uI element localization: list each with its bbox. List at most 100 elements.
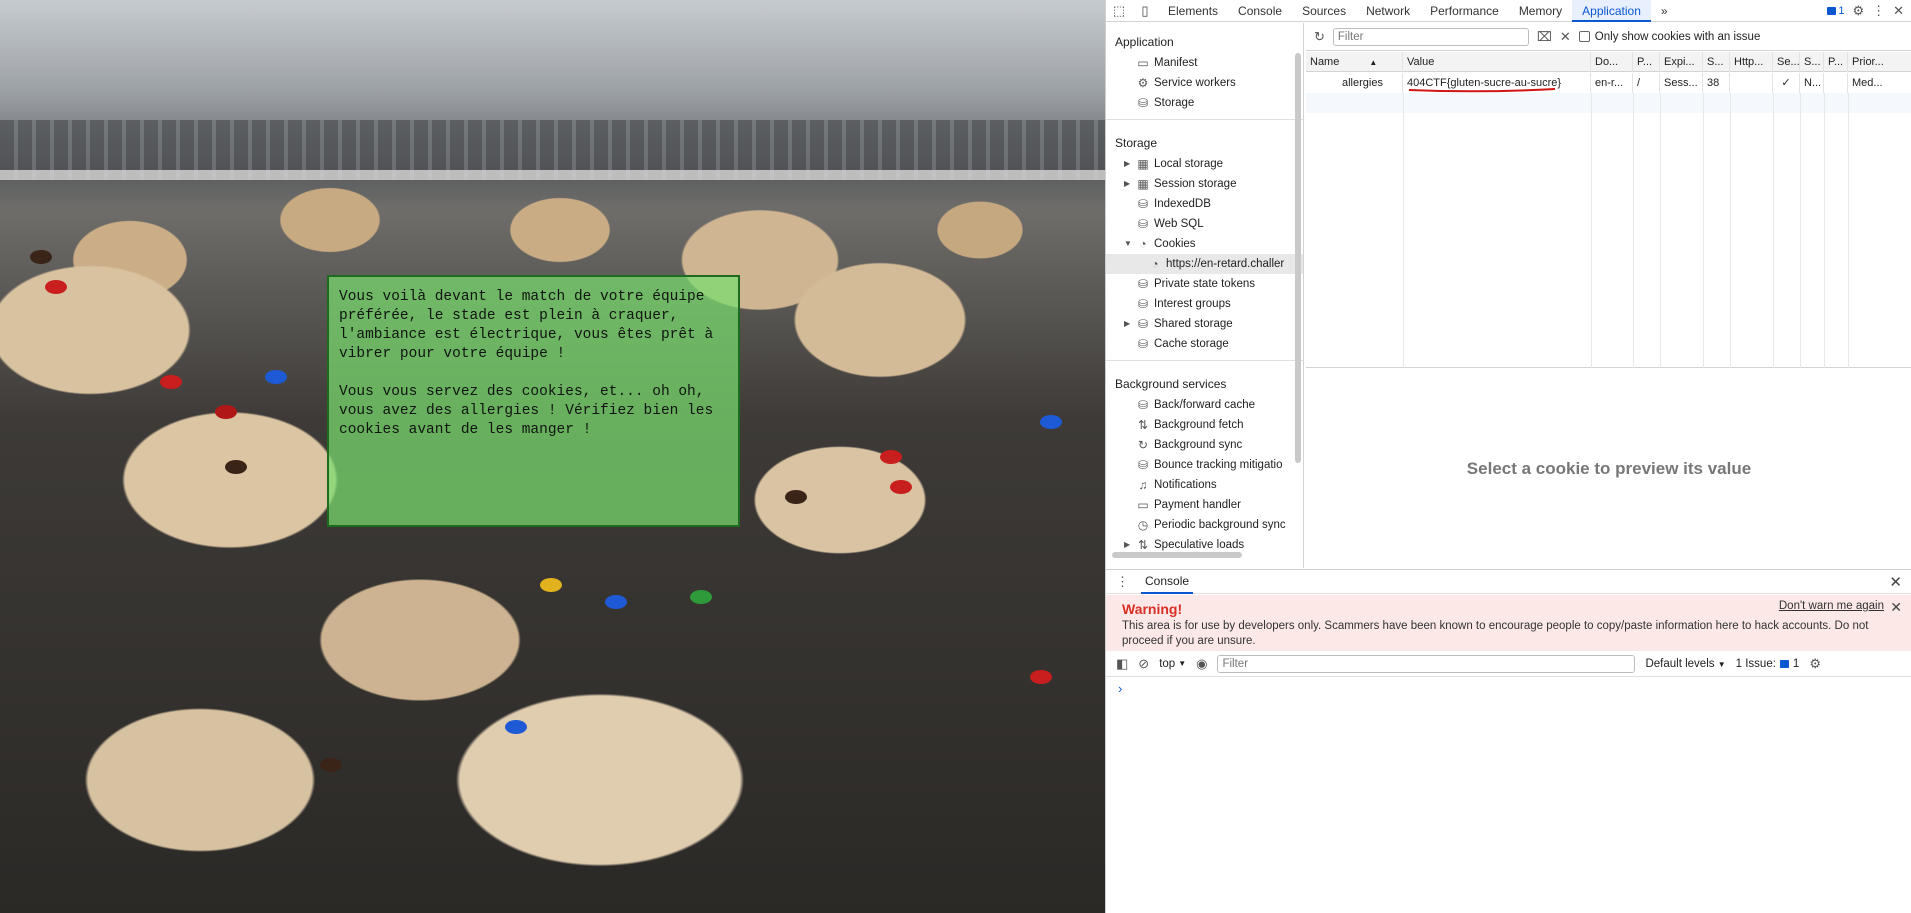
column-header-priority[interactable]: Prior... [1848, 52, 1911, 72]
context-selector[interactable]: top ▼ [1159, 658, 1186, 670]
cookie-table: Name ▲ Value Do... P... Expi... S... Http… [1306, 52, 1911, 368]
tab-console[interactable]: Console [1228, 0, 1292, 22]
refresh-icon[interactable]: ↻ [1314, 29, 1325, 45]
only-issues-checkbox[interactable]: Only show cookies with an issue [1578, 30, 1761, 43]
sidebar-item-local-storage[interactable]: ▶ ▦ Local storage [1106, 154, 1303, 174]
sidebar-item-background-sync[interactable]: ↻ Background sync [1106, 435, 1303, 455]
sidebar-item-web-sql[interactable]: ⛁ Web SQL [1106, 214, 1303, 234]
device-toolbar-icon[interactable]: ▯ [1132, 0, 1158, 22]
checkbox-box[interactable] [1578, 31, 1590, 42]
dont-warn-again-link[interactable]: Don't warn me again [1779, 600, 1884, 612]
candy-decoration [30, 250, 52, 264]
column-header-label: Name [1310, 56, 1340, 68]
sidebar-item-service-workers[interactable]: ⚙ Service workers [1106, 73, 1303, 93]
sidebar-item-manifest[interactable]: ▭ Manifest [1106, 53, 1303, 73]
story-paragraph-2: Vous vous servez des cookies, et... oh o… [339, 384, 714, 438]
sidebar-item-label: Notifications [1154, 479, 1217, 491]
expand-arrow-icon[interactable]: ▶ [1124, 314, 1130, 334]
inspect-element-icon[interactable]: ⬚ [1106, 0, 1132, 22]
candy-decoration [225, 460, 247, 474]
sidebar-item-label: Private state tokens [1154, 278, 1255, 290]
sidebar-toggle-icon[interactable]: ◧ [1116, 656, 1128, 672]
sidebar-item-private-state-tokens[interactable]: ⛁ Private state tokens [1106, 274, 1303, 294]
column-header-value[interactable]: Value [1403, 52, 1591, 72]
column-header-path[interactable]: P... [1633, 52, 1660, 72]
column-header-expires[interactable]: Expi... [1660, 52, 1703, 72]
eye-icon[interactable]: ◉ [1196, 656, 1207, 672]
expand-arrow-icon[interactable]: ▶ [1124, 154, 1130, 174]
column-header-size[interactable]: S... [1703, 52, 1730, 72]
sidebar-item-periodic-sync[interactable]: ◷ Periodic background sync [1106, 515, 1303, 535]
console-issues-button[interactable]: 1 Issue: 1 [1736, 658, 1800, 670]
drawer-tabbar: ⋮ Console [1106, 570, 1911, 594]
column-header-partition[interactable]: P... [1824, 52, 1848, 72]
close-drawer-icon[interactable]: ✕ [1889, 573, 1902, 591]
sidebar-item-label: Cookies [1154, 238, 1196, 250]
column-divider [1660, 93, 1661, 368]
settings-gear-icon[interactable]: ⚙ [1852, 3, 1864, 19]
drawer-menu-icon[interactable]: ⋮ [1116, 574, 1129, 590]
candy-decoration [785, 490, 807, 504]
sidebar-item-indexeddb[interactable]: ⛁ IndexedDB [1106, 194, 1303, 214]
tab-performance[interactable]: Performance [1420, 0, 1509, 22]
collapse-arrow-icon[interactable]: ▼ [1124, 234, 1132, 254]
column-header-name[interactable]: Name ▲ [1306, 52, 1403, 72]
sidebar-item-shared-storage[interactable]: ▶ ⛁ Shared storage [1106, 314, 1303, 334]
cookie-secure-cell: ✓ [1773, 73, 1800, 93]
column-header-samesite[interactable]: S... [1800, 52, 1824, 72]
tab-elements[interactable]: Elements [1158, 0, 1228, 22]
log-levels-dropdown[interactable]: Default levels ▼ [1645, 658, 1725, 670]
close-devtools-icon[interactable]: ✕ [1893, 3, 1904, 19]
sidebar-item-storage[interactable]: ⛁ Storage [1106, 93, 1303, 113]
sidebar-header-application: Application [1115, 35, 1174, 49]
clear-console-icon[interactable]: ⊘ [1138, 656, 1149, 672]
more-tabs-button[interactable]: » [1651, 0, 1678, 22]
story-paragraph-1: Vous voilà devant le match de votre équi… [339, 289, 714, 362]
console-filter-input[interactable] [1217, 654, 1636, 673]
cookie-path-cell: / [1633, 73, 1660, 93]
sidebar-item-bounce-tracking[interactable]: ⛁ Bounce tracking mitigatio [1106, 455, 1303, 475]
sidebar-vertical-scrollbar[interactable] [1295, 53, 1301, 463]
only-issues-label: Only show cookies with an issue [1594, 30, 1761, 43]
sidebar-item-cache-storage[interactable]: ⛁ Cache storage [1106, 334, 1303, 354]
column-divider [1703, 93, 1704, 368]
database-icon: ⛁ [1137, 297, 1149, 311]
cookie-partition-cell [1824, 73, 1848, 93]
database-icon: ⛁ [1137, 217, 1149, 231]
sidebar-item-label: Shared storage [1154, 318, 1233, 330]
delete-selected-icon[interactable]: ✕ [1560, 29, 1571, 45]
tab-memory[interactable]: Memory [1509, 0, 1572, 22]
kebab-menu-icon[interactable]: ⋮ [1872, 3, 1885, 19]
expand-arrow-icon[interactable]: ▶ [1124, 174, 1130, 194]
sidebar-item-interest-groups[interactable]: ⛁ Interest groups [1106, 294, 1303, 314]
sidebar-item-cookies[interactable]: ▼ ◔ Cookies [1106, 234, 1303, 254]
sidebar-item-bfcache[interactable]: ⛁ Back/forward cache [1106, 395, 1303, 415]
tab-network[interactable]: Network [1356, 0, 1420, 22]
console-prompt-chevron-icon[interactable]: › [1118, 681, 1122, 696]
issues-badge[interactable]: 1 [1827, 5, 1844, 17]
tab-application[interactable]: Application [1572, 0, 1651, 22]
cookie-filter-input[interactable] [1332, 27, 1529, 46]
column-header-httponly[interactable]: Http... [1730, 52, 1773, 72]
tab-sources[interactable]: Sources [1292, 0, 1356, 22]
clear-filtered-icon[interactable]: ⌧ [1537, 29, 1552, 45]
sidebar-item-payment-handler[interactable]: ▭ Payment handler [1106, 495, 1303, 515]
sidebar-horizontal-scrollbar[interactable] [1112, 552, 1242, 558]
table-row[interactable]: allergies 404CTF{gluten-sucre-au-sucre} … [1306, 73, 1911, 93]
sidebar-item-session-storage[interactable]: ▶ ▦ Session storage [1106, 174, 1303, 194]
sidebar-item-background-fetch[interactable]: ⇅ Background fetch [1106, 415, 1303, 435]
dismiss-warning-icon[interactable]: ✕ [1890, 599, 1902, 616]
database-icon: ⛁ [1137, 337, 1149, 351]
swap-icon: ⇅ [1137, 538, 1149, 552]
column-header-domain[interactable]: Do... [1591, 52, 1633, 72]
drawer-tab-console[interactable]: Console [1141, 570, 1194, 594]
column-header-secure[interactable]: Se... [1773, 52, 1800, 72]
console-settings-gear-icon[interactable]: ⚙ [1809, 656, 1821, 672]
candy-decoration [690, 590, 712, 604]
stadium-railing [0, 170, 1105, 180]
sidebar-item-cookie-origin[interactable]: ◔ https://en-retard.challer [1106, 254, 1303, 274]
candy-decoration [45, 280, 67, 294]
sidebar-item-notifications[interactable]: ♫ Notifications [1106, 475, 1303, 495]
sort-arrow-icon: ▲ [1369, 58, 1378, 67]
log-levels-label: Default levels [1645, 657, 1715, 670]
